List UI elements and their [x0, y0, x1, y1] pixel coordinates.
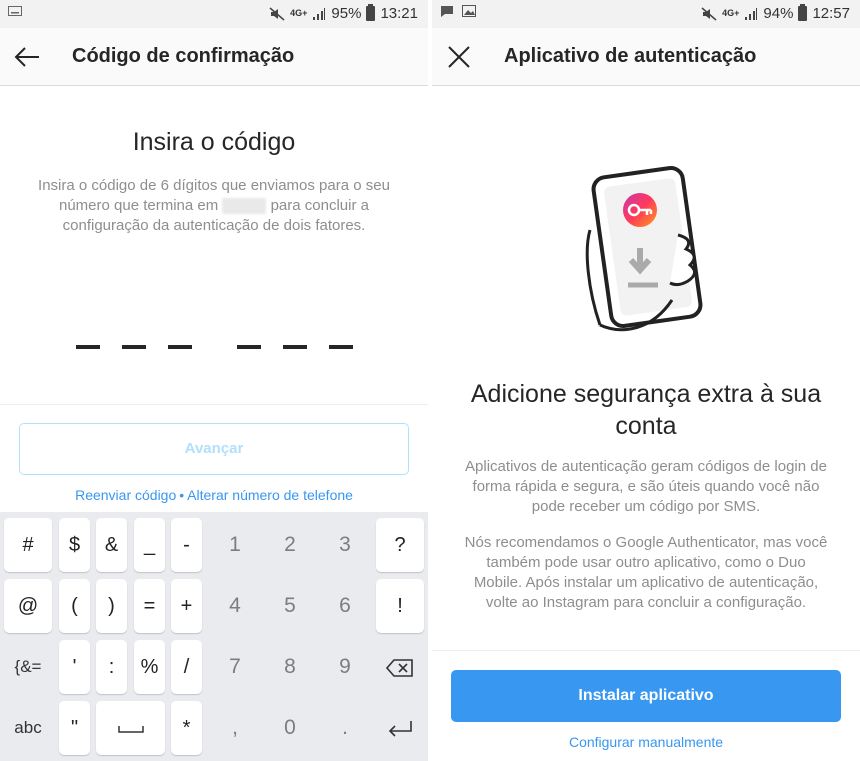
key[interactable]: ? — [376, 518, 424, 572]
battery-icon — [798, 4, 808, 21]
divider — [0, 404, 428, 405]
install-app-button[interactable]: Instalar aplicativo — [451, 670, 841, 722]
key[interactable]: ) — [96, 579, 127, 633]
divider — [432, 650, 860, 651]
mute-icon — [269, 6, 285, 21]
key[interactable]: + — [171, 579, 202, 633]
authenticator-description: Aplicativos de autenticação geram código… — [465, 458, 827, 515]
key[interactable]: = — [134, 579, 165, 633]
code-digit-slot — [168, 345, 192, 349]
app-bar: Aplicativo de autenticação — [432, 28, 860, 86]
authenticator-app-screen: 4G+ 94% 12:57 Aplicativo de autenticação — [432, 0, 860, 761]
code-digit-slot — [283, 345, 307, 349]
key[interactable]: ! — [376, 579, 424, 633]
key[interactable]: 0 — [263, 701, 317, 755]
code-digit-slot — [237, 345, 261, 349]
close-icon[interactable] — [444, 42, 474, 72]
app-bar: Código de confirmação — [0, 28, 428, 86]
network-type: 4G+ — [290, 8, 308, 18]
key[interactable]: / — [171, 640, 202, 694]
key[interactable]: 2 — [263, 518, 317, 572]
symbols-key[interactable]: {&= — [4, 640, 52, 694]
space-key[interactable] — [96, 701, 165, 755]
code-digit-slot — [76, 345, 100, 349]
network-type: 4G+ — [722, 8, 740, 18]
keyboard: # $ & _ - 1 2 3 ? @ ( ) = + 4 5 6 ! {&= … — [0, 512, 428, 761]
key[interactable]: 6 — [318, 579, 372, 633]
backspace-key[interactable] — [376, 640, 424, 694]
code-digit-slot — [122, 345, 146, 349]
key[interactable]: $ — [59, 518, 90, 572]
key[interactable]: 9 — [318, 640, 372, 694]
battery-percent: 94% — [763, 5, 794, 22]
arrow-left-icon[interactable] — [12, 42, 42, 72]
battery-percent: 95% — [331, 5, 362, 22]
image-icon — [462, 5, 476, 17]
mute-icon — [701, 6, 717, 21]
code-heading: Insira o código — [132, 128, 296, 156]
key[interactable]: * — [171, 701, 202, 755]
key[interactable]: ' — [59, 640, 90, 694]
key[interactable]: 1 — [208, 518, 262, 572]
status-bar: 4G+ 94% 12:57 — [432, 0, 860, 28]
key[interactable]: " — [59, 701, 90, 755]
signal-icon — [313, 7, 326, 20]
page-title: Aplicativo de autenticação — [504, 45, 757, 67]
key[interactable]: . — [318, 701, 372, 755]
clock: 12:57 — [812, 5, 850, 22]
code-input[interactable] — [0, 345, 428, 351]
message-icon — [441, 6, 453, 17]
key[interactable]: 8 — [263, 640, 317, 694]
key[interactable]: _ — [134, 518, 165, 572]
code-description: Insira o código de 6 dígitos que enviamo… — [30, 176, 398, 236]
abc-key[interactable]: abc — [4, 701, 52, 755]
key[interactable]: % — [134, 640, 165, 694]
confirmation-code-screen: 4G+ 95% 13:21 Código de confirmação Insi… — [0, 0, 428, 761]
key[interactable]: # — [4, 518, 52, 572]
battery-icon — [366, 4, 376, 21]
key[interactable]: ( — [59, 579, 90, 633]
keyboard-icon — [8, 6, 22, 16]
key[interactable]: , — [208, 701, 262, 755]
change-number-link[interactable]: Alterar número de telefone — [187, 487, 353, 503]
key[interactable]: 4 — [208, 579, 262, 633]
phone-key-illustration — [585, 166, 703, 332]
enter-key[interactable] — [376, 701, 424, 755]
key[interactable]: @ — [4, 579, 52, 633]
space-icon — [117, 725, 144, 733]
page-title: Código de confirmação — [72, 45, 295, 67]
security-heading: Adicione segurança extra à sua conta — [470, 380, 822, 440]
recommendation-description: Nós recomendamos o Google Authenticator,… — [464, 534, 828, 611]
key[interactable]: 3 — [318, 518, 372, 572]
key[interactable]: 5 — [263, 579, 317, 633]
resend-code-link[interactable]: Reenviar código — [75, 487, 176, 503]
key[interactable]: : — [96, 640, 127, 694]
link-separator: • — [179, 487, 185, 503]
key[interactable]: 7 — [208, 640, 262, 694]
backspace-icon — [385, 658, 413, 677]
signal-icon — [745, 7, 758, 20]
clock: 13:21 — [380, 5, 418, 22]
enter-icon — [388, 720, 412, 737]
status-bar: 4G+ 95% 13:21 — [0, 0, 428, 28]
code-digit-slot — [329, 345, 353, 349]
key[interactable]: - — [171, 518, 202, 572]
key[interactable]: & — [96, 518, 127, 572]
next-button[interactable]: Avançar — [19, 423, 409, 475]
redacted-number — [222, 198, 267, 215]
code-links: Reenviar código • Alterar número de telefo… — [0, 487, 428, 503]
manual-setup-link[interactable]: Configurar manualmente — [432, 734, 860, 750]
